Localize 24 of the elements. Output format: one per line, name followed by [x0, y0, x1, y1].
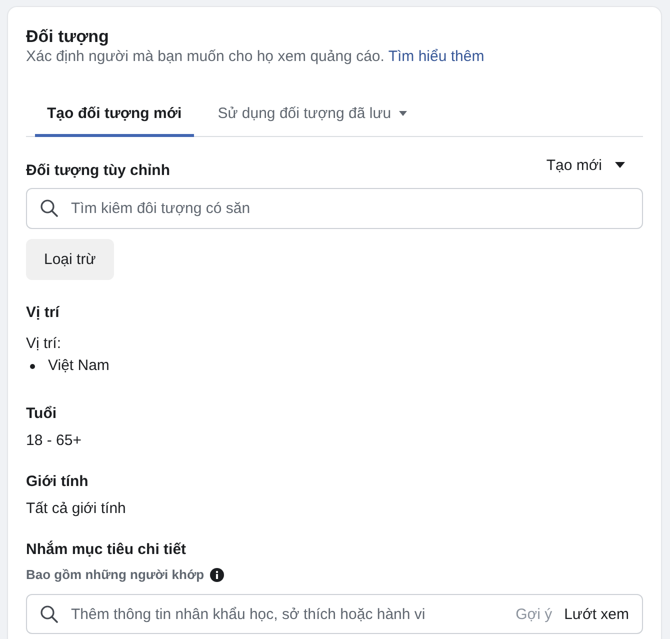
bullet-icon	[30, 364, 35, 368]
list-heading: Vị trí:	[26, 334, 62, 354]
learn-more-link[interactable]: Tìm hiểu thêm	[388, 48, 484, 65]
sublabel: Bao gồm những người khớp	[26, 566, 204, 584]
section-value: Tất cả giới tính	[26, 499, 127, 519]
section-label: Vị trí	[26, 303, 61, 323]
section-description: Xác định người mà bạn muốn cho họ xem quảng cáo. Tìm hiểu thêm	[26, 47, 486, 67]
audience-tab[interactable]: Sử dụng đối tượng đã lưu	[206, 89, 420, 137]
info-icon	[210, 568, 224, 582]
field-label: Đối tượng tùy chỉnh	[26, 161, 170, 181]
list-item: Việt Nam	[48, 356, 110, 376]
browse-button[interactable]: Lướt xem	[564, 606, 629, 622]
section-label: Tuổi	[26, 404, 58, 424]
search-icon	[40, 605, 58, 623]
audience-tab[interactable]: Tạo đối tượng mới	[35, 89, 194, 137]
exclude-button[interactable]: Loại trừ	[26, 239, 114, 280]
caret-icon	[615, 162, 625, 168]
section-value: 18 - 65+	[26, 431, 82, 451]
create-new-button[interactable]: Tạo mới	[538, 154, 633, 176]
section-title: Đối tượng	[26, 27, 110, 47]
search-field[interactable]: Tìm kiêm đôi tượng có săn	[26, 188, 643, 229]
search-icon	[40, 199, 58, 217]
section-label: Nhắm mục tiêu chi tiết	[26, 540, 188, 560]
section-label: Giới tính	[26, 472, 90, 492]
